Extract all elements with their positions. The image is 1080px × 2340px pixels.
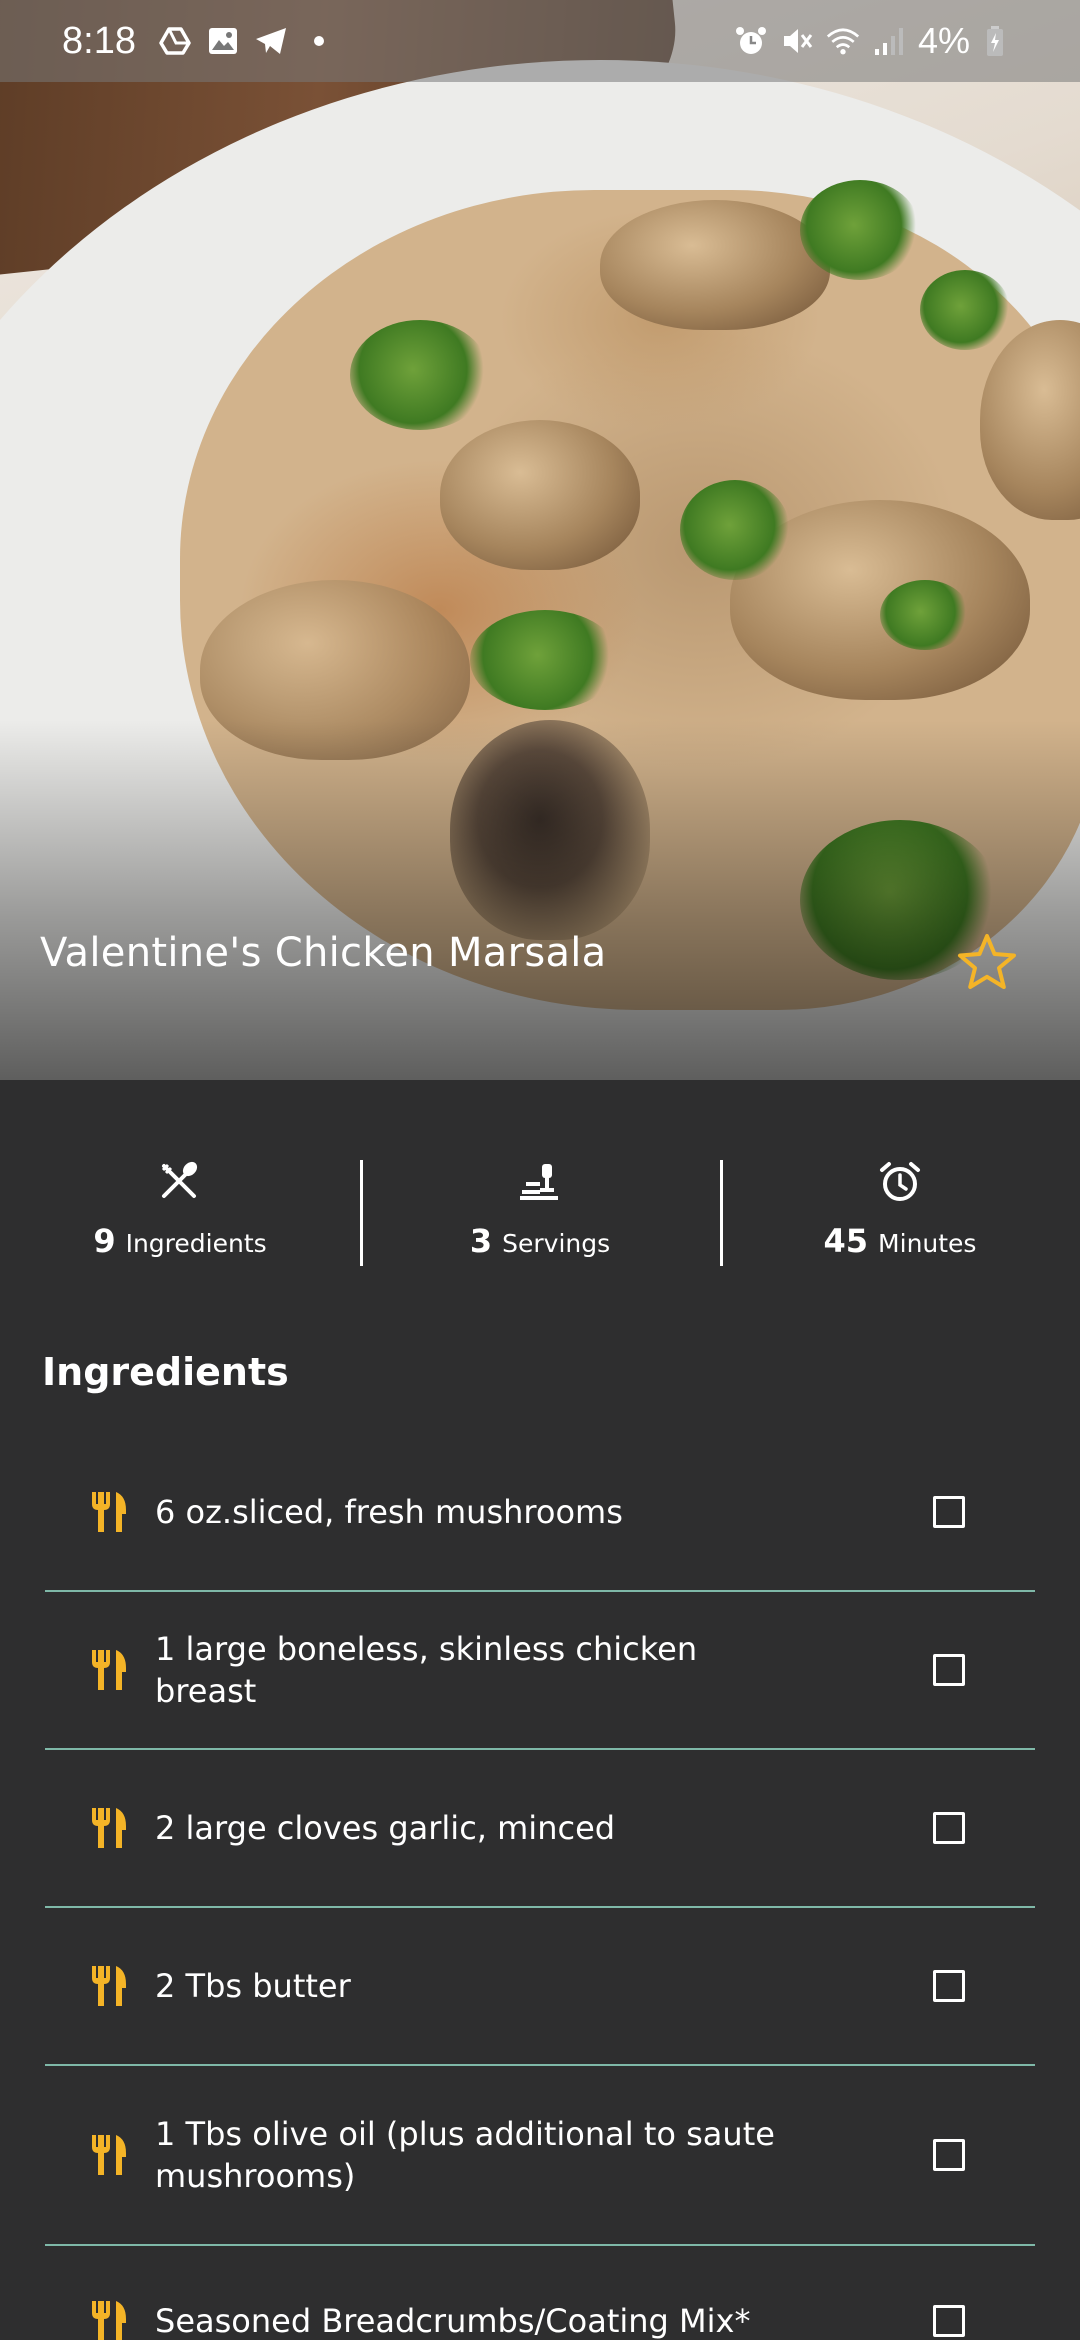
utensils-icon bbox=[92, 1650, 126, 1690]
ingredient-text: 1 large boneless, skinless chicken breas… bbox=[155, 1630, 698, 1710]
ingredient-checkbox[interactable] bbox=[933, 2305, 965, 2337]
mushroom bbox=[600, 200, 830, 330]
list-item: 1 large boneless, skinless chicken breas… bbox=[45, 1592, 1035, 1750]
status-time: 8:18 bbox=[62, 19, 136, 62]
parsley bbox=[350, 320, 490, 430]
ingredient-text: 2 Tbs butter bbox=[155, 1967, 351, 2005]
wifi-icon bbox=[826, 24, 860, 58]
ingredient-text: 2 large cloves garlic, minced bbox=[155, 1809, 616, 1847]
servings-count: 3 bbox=[469, 1222, 493, 1260]
servings-label: Servings bbox=[502, 1229, 611, 1258]
list-item: 1 Tbs olive oil (plus additional to saut… bbox=[45, 2066, 1035, 2246]
ingredient-checkbox[interactable] bbox=[933, 1812, 965, 1844]
ingredient-checkbox[interactable] bbox=[933, 1970, 965, 2002]
recipe-title: Valentine's Chicken Marsala bbox=[40, 930, 607, 976]
ingredients-list: 6 oz.sliced, fresh mushrooms 1 large bon… bbox=[45, 1434, 1035, 2340]
parsley bbox=[880, 580, 970, 650]
utensils-icon bbox=[92, 2135, 126, 2175]
recipe-stats: 9 Ingredients 3 Servings 45 Minutes bbox=[0, 1160, 1080, 1266]
utensils-icon bbox=[92, 1808, 126, 1848]
status-bar: 8:18 4% bbox=[0, 0, 1080, 82]
utensils-icon bbox=[92, 1966, 126, 2006]
utensils-icon bbox=[92, 2301, 126, 2340]
recipe-hero-image bbox=[0, 0, 1080, 1080]
stat-servings: 3 Servings bbox=[360, 1160, 720, 1266]
list-item: 2 Tbs butter bbox=[45, 1908, 1035, 2066]
battery-icon bbox=[978, 24, 1012, 58]
minutes-label: Minutes bbox=[878, 1229, 977, 1258]
mushroom bbox=[440, 420, 640, 570]
parsley bbox=[800, 180, 920, 280]
alarm-icon bbox=[734, 24, 768, 58]
dot-icon bbox=[302, 24, 336, 58]
drive-icon bbox=[158, 24, 192, 58]
stat-minutes: 45 Minutes bbox=[720, 1160, 1080, 1266]
stat-ingredients: 9 Ingredients bbox=[0, 1160, 360, 1266]
parsley bbox=[680, 480, 790, 580]
ingredients-label: Ingredients bbox=[125, 1229, 267, 1258]
ingredient-text: Seasoned Breadcrumbs/Coating Mix* bbox=[155, 2302, 751, 2340]
alarm-clock-icon bbox=[880, 1162, 920, 1201]
fork-knife-icon bbox=[161, 1161, 198, 1198]
serving-icon bbox=[520, 1164, 558, 1200]
telegram-icon bbox=[254, 24, 288, 58]
battery-percent: 4% bbox=[917, 20, 970, 61]
ingredient-text: 6 oz.sliced, fresh mushrooms bbox=[155, 1493, 623, 1531]
ingredient-checkbox[interactable] bbox=[933, 2139, 965, 2171]
list-item: 6 oz.sliced, fresh mushrooms bbox=[45, 1434, 1035, 1592]
hero-gradient-overlay bbox=[0, 720, 1080, 1080]
gallery-icon bbox=[206, 24, 240, 58]
utensils-icon bbox=[92, 1492, 126, 1532]
parsley bbox=[470, 610, 620, 710]
minutes-count: 45 bbox=[823, 1222, 869, 1260]
ingredient-checkbox[interactable] bbox=[933, 1654, 965, 1686]
parsley bbox=[920, 270, 1010, 350]
ingredients-heading: Ingredients bbox=[42, 1350, 289, 1394]
mute-icon bbox=[780, 24, 814, 58]
ingredients-count: 9 bbox=[93, 1222, 116, 1260]
ingredient-text: 1 Tbs olive oil (plus additional to saut… bbox=[155, 2115, 775, 2195]
ingredient-checkbox[interactable] bbox=[933, 1496, 965, 1528]
star-outline-icon[interactable] bbox=[956, 932, 1018, 992]
signal-icon bbox=[872, 24, 906, 58]
list-item: Seasoned Breadcrumbs/Coating Mix* bbox=[45, 2246, 1035, 2340]
list-item: 2 large cloves garlic, minced bbox=[45, 1750, 1035, 1908]
